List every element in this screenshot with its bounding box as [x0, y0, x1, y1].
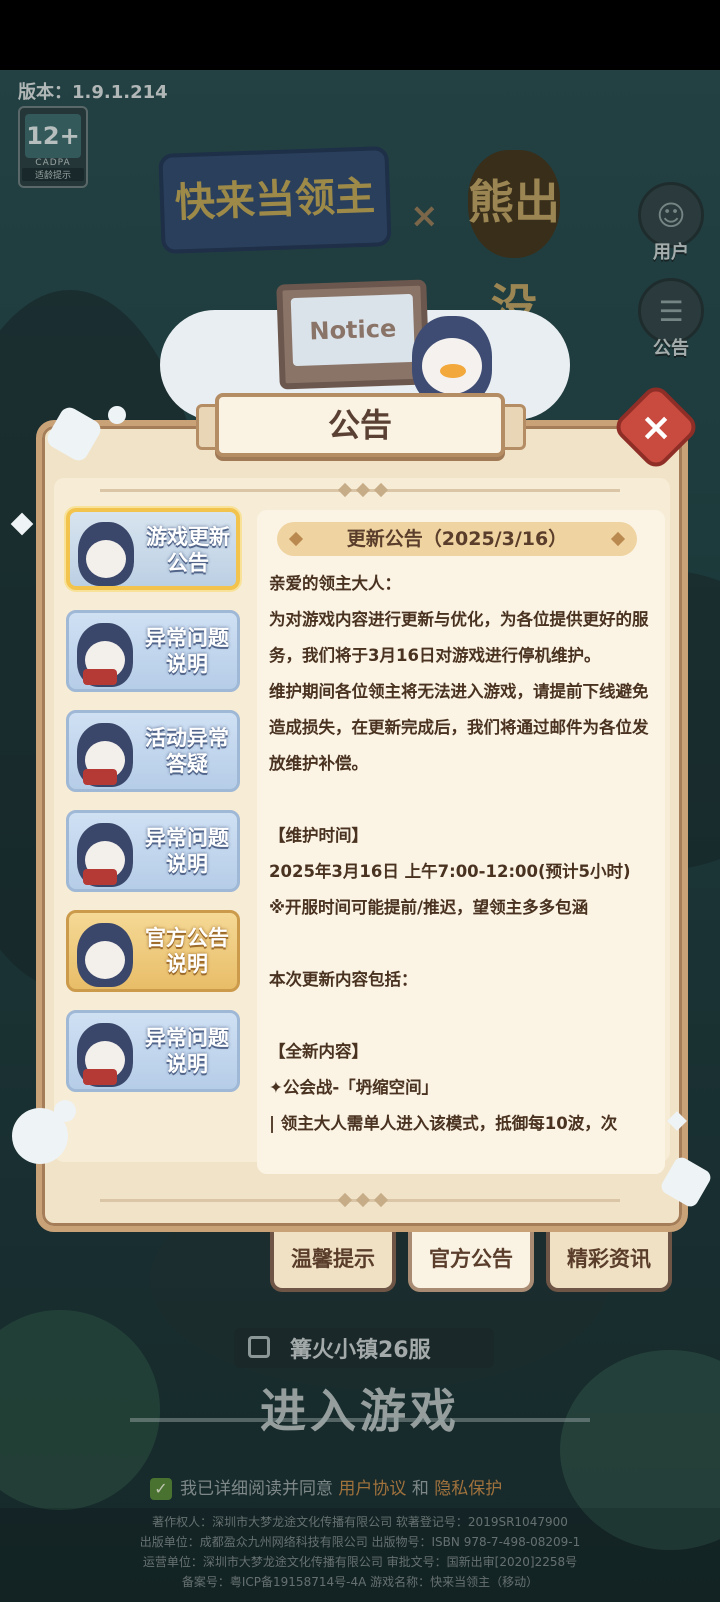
announcement-line: 亲爱的领主大人：: [269, 574, 401, 593]
announcement-line: 维护期间各位领主将无法进入游戏，请提前下线避免造成损失，在更新完成后，我们将通过…: [269, 682, 649, 773]
notice-tab-game-update[interactable]: 游戏更新 公告: [66, 508, 240, 590]
penguin-icon: [78, 522, 134, 586]
notice-tab-label: 活动异常 答疑: [145, 726, 229, 776]
penguin-beak: [440, 364, 466, 378]
tab-warm-tips[interactable]: 温馨提示: [270, 1232, 396, 1292]
announcement-body: 亲爱的领主大人： 为对游戏内容进行更新与优化，为各位提供更好的服务，我们将于3月…: [269, 566, 653, 1142]
notice-tab-issue-info[interactable]: 异常问题 说明: [66, 1010, 240, 1092]
announcement-content[interactable]: 更新公告（2025/3/16） 亲爱的领主大人： 为对游戏内容进行更新与优化，为…: [257, 510, 665, 1174]
notice-tab-label: 异常问题 说明: [145, 826, 229, 876]
announcement-line: 【维护时间】: [269, 826, 368, 845]
notice-tab-event-faq[interactable]: 活动异常 答疑: [66, 710, 240, 792]
tab-highlights-news[interactable]: 精彩资讯: [546, 1232, 672, 1292]
scarf-decoration: [83, 769, 117, 785]
snow-decoration: [108, 406, 126, 424]
notice-tab-issue-info[interactable]: 异常问题 说明: [66, 610, 240, 692]
announcement-line: ✦公会战-「坍缩空间」: [269, 1078, 439, 1097]
modal-title: 公告: [215, 393, 505, 457]
announcement-line: ※开服时间可能提前/推迟，望领主多多包涵: [269, 898, 589, 917]
notice-tab-official[interactable]: 官方公告 说明: [66, 910, 240, 992]
status-bar: [0, 0, 720, 70]
announcement-line: [269, 926, 653, 962]
notice-board-text: Notice: [290, 293, 415, 367]
announcement-line: [269, 998, 653, 1034]
announcement-line: [269, 782, 653, 818]
notice-tab-label: 异常问题 说明: [145, 626, 229, 676]
close-icon: ×: [640, 405, 672, 449]
notice-tab-label: 官方公告 说明: [145, 926, 229, 976]
announcement-heading: 更新公告（2025/3/16）: [277, 522, 637, 556]
scarf-decoration: [83, 869, 117, 885]
announcement-line: 2025年3月16日 上午7:00-12:00(预计5小时): [269, 862, 631, 881]
tab-official-notice[interactable]: 官方公告: [408, 1232, 534, 1292]
notice-tab-issue-info[interactable]: 异常问题 说明: [66, 810, 240, 892]
notice-tab-label: 游戏更新 公告: [146, 525, 230, 575]
scarf-decoration: [83, 1069, 117, 1085]
announcement-line: 【全新内容】: [269, 1042, 368, 1061]
snow-decoration: [54, 1100, 76, 1122]
notice-tab-label: 异常问题 说明: [145, 1026, 229, 1076]
notice-board-illustration: Notice: [276, 279, 430, 390]
scarf-decoration: [83, 669, 117, 685]
penguin-icon: [77, 923, 133, 987]
announcement-line: 为对游戏内容进行更新与优化，为各位提供更好的服务，我们将于3月16日对游戏进行停…: [269, 610, 649, 665]
announcement-line: | 领主大人需单人进入该模式，抵御每10波，次: [269, 1114, 618, 1133]
announcement-line: 本次更新内容包括：: [269, 970, 418, 989]
